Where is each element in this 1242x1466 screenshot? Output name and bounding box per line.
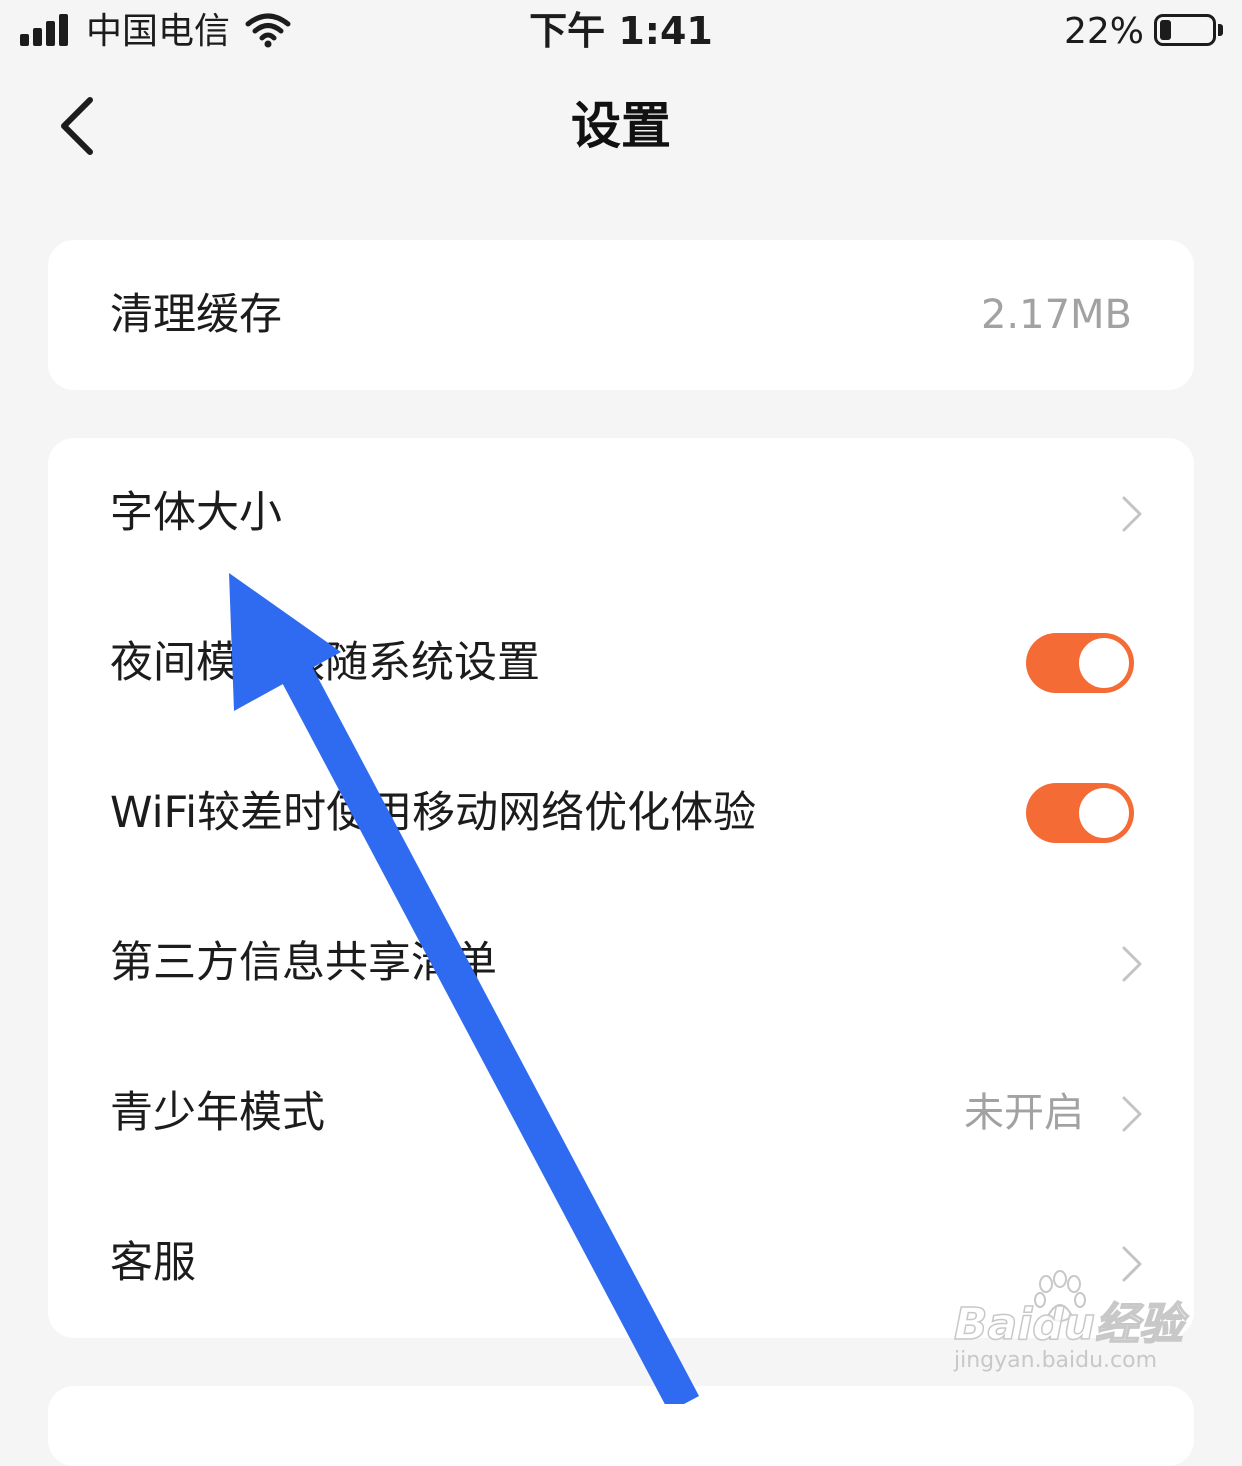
next-settings-card [48, 1386, 1194, 1466]
cache-size-value: 2.17MB [980, 292, 1132, 338]
wifi-optimize-toggle[interactable] [1026, 783, 1134, 843]
wifi-optimize-row: WiFi较差时使用移动网络优化体验 [48, 738, 1194, 888]
teen-mode-row[interactable]: 青少年模式 未开启 [48, 1038, 1194, 1188]
watermark-url: jingyan.baidu.com [954, 1348, 1158, 1373]
chevron-right-icon [1122, 946, 1142, 982]
status-bar: 中国电信 下午 1:41 22% [0, 0, 1242, 64]
battery-cap [1218, 24, 1223, 36]
third-party-share-label: 第三方信息共享清单 [110, 938, 497, 988]
night-mode-row: 夜间模式跟随系统设置 [48, 588, 1194, 738]
customer-service-label: 客服 [110, 1238, 196, 1288]
page-title: 设置 [571, 97, 671, 155]
teen-mode-label: 青少年模式 [110, 1088, 325, 1138]
night-mode-toggle[interactable] [1026, 633, 1134, 693]
battery-percent: 22% [1063, 11, 1144, 52]
cache-card: 清理缓存 2.17MB [48, 240, 1194, 390]
clear-cache-label: 清理缓存 [110, 290, 282, 340]
toggle-knob [1079, 638, 1129, 688]
clear-cache-row[interactable]: 清理缓存 2.17MB [48, 240, 1194, 390]
night-mode-label: 夜间模式跟随系统设置 [110, 638, 540, 688]
third-party-share-row[interactable]: 第三方信息共享清单 [48, 888, 1194, 1038]
settings-card: 字体大小 夜间模式跟随系统设置 WiFi较差时使用移动网络优化体验 第三方信息共… [48, 438, 1194, 1338]
font-size-label: 字体大小 [110, 488, 282, 538]
toggle-knob [1079, 788, 1129, 838]
baidu-watermark: Baidu经验 jingyan.baidu.com [948, 1270, 1188, 1380]
status-time: 下午 1:41 [529, 9, 713, 53]
battery-icon [1154, 14, 1216, 46]
battery-fill [1160, 20, 1171, 40]
chevron-right-icon [1122, 1096, 1142, 1132]
teen-mode-status: 未开启 [964, 1090, 1084, 1136]
wifi-optimize-label: WiFi较差时使用移动网络优化体验 [110, 788, 757, 838]
font-size-row[interactable]: 字体大小 [48, 438, 1194, 588]
watermark-brand: Baidu经验 [953, 1298, 1184, 1351]
chevron-right-icon [1122, 496, 1142, 532]
